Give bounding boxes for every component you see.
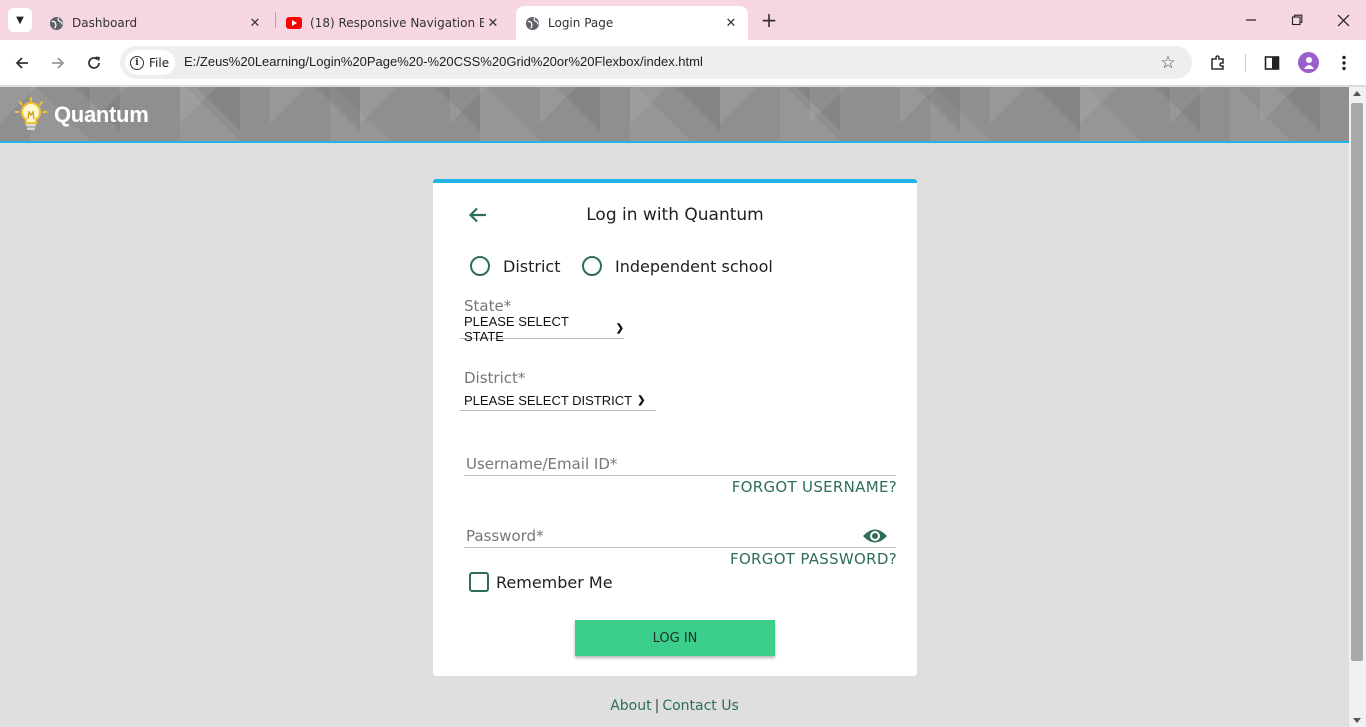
tab-login-page[interactable]: Login Page ✕ bbox=[516, 6, 748, 40]
arrow-right-icon bbox=[52, 57, 65, 69]
tab-youtube[interactable]: (18) Responsive Navigation Bar ✕ bbox=[278, 6, 510, 40]
forward-button[interactable] bbox=[46, 51, 70, 75]
tab-title: Dashboard bbox=[72, 16, 138, 30]
radio-button[interactable] bbox=[470, 256, 490, 276]
about-link[interactable]: About bbox=[610, 698, 651, 714]
district-select[interactable]: PLEASE SELECT DISTRICT ❯ bbox=[460, 391, 656, 411]
close-window-button[interactable] bbox=[1333, 10, 1353, 30]
url-text[interactable]: E:/Zeus%20Learning/Login%20Page%20-%20CS… bbox=[184, 54, 703, 69]
radio-label: Independent school bbox=[615, 256, 773, 276]
browser-tab-bar: ▼ Dashboard ✕ (18) Responsive Navigation… bbox=[0, 0, 1366, 40]
close-icon bbox=[1337, 14, 1349, 26]
toolbar-divider bbox=[1245, 54, 1246, 72]
profile-avatar[interactable] bbox=[1298, 52, 1319, 73]
scroll-up-icon[interactable] bbox=[1353, 91, 1361, 96]
minimize-icon bbox=[1246, 19, 1256, 21]
close-icon[interactable]: ✕ bbox=[246, 14, 264, 32]
tab-divider bbox=[275, 12, 276, 28]
side-panel-button[interactable] bbox=[1261, 52, 1283, 74]
globe-icon bbox=[524, 15, 540, 31]
globe-icon bbox=[48, 15, 64, 31]
footer-separator: | bbox=[654, 698, 660, 714]
login-button[interactable]: LOG IN bbox=[575, 620, 775, 656]
site-logo[interactable]: Quantum bbox=[14, 97, 149, 133]
restore-icon bbox=[1291, 14, 1303, 26]
close-icon[interactable]: ✕ bbox=[484, 14, 502, 32]
extensions-button[interactable] bbox=[1207, 52, 1229, 74]
menu-button[interactable] bbox=[1333, 52, 1355, 74]
site-header: Quantum bbox=[0, 87, 1349, 143]
radio-button[interactable] bbox=[582, 256, 602, 276]
remember-me-label: Remember Me bbox=[496, 573, 613, 592]
page-viewport: Quantum Log in with Quantum District Ind… bbox=[0, 87, 1349, 727]
radio-label: District bbox=[503, 256, 561, 276]
state-select-value: PLEASE SELECT STATE bbox=[464, 313, 569, 344]
card-title: Log in with Quantum bbox=[586, 205, 764, 225]
scrollbar-thumb[interactable] bbox=[1351, 103, 1363, 661]
bookmark-star-icon[interactable]: ☆ bbox=[1158, 53, 1178, 73]
new-tab-button[interactable]: + bbox=[758, 8, 780, 32]
chevron-down-icon: ▼ bbox=[16, 14, 24, 26]
reload-button[interactable] bbox=[82, 51, 106, 75]
radio-independent-school[interactable]: Independent school bbox=[582, 256, 773, 276]
state-select[interactable]: PLEASE SELECT STATE ❯ bbox=[460, 314, 624, 344]
site-info-label: File bbox=[149, 55, 170, 70]
tab-title: Login Page bbox=[548, 16, 614, 30]
back-button[interactable] bbox=[10, 51, 34, 75]
site-info-chip[interactable]: i File bbox=[125, 50, 175, 75]
profile-icon bbox=[1303, 57, 1314, 69]
contact-link[interactable]: Contact Us bbox=[662, 698, 738, 714]
login-card: Log in with Quantum District Independent… bbox=[433, 179, 917, 676]
chevron-down-icon: ❯ bbox=[615, 323, 624, 334]
page-scrollbar[interactable] bbox=[1349, 87, 1366, 727]
close-icon[interactable]: ✕ bbox=[722, 14, 740, 32]
youtube-icon bbox=[286, 15, 302, 31]
remember-me-checkbox[interactable] bbox=[469, 572, 489, 592]
district-select-value: PLEASE SELECT DISTRICT bbox=[464, 393, 633, 408]
tab-dashboard[interactable]: Dashboard ✕ bbox=[40, 6, 272, 40]
chevron-down-icon: ❯ bbox=[637, 395, 646, 406]
info-icon: i bbox=[130, 55, 144, 70]
restore-button[interactable] bbox=[1287, 10, 1307, 30]
browser-toolbar: i File E:/Zeus%20Learning/Login%20Page%2… bbox=[0, 40, 1366, 86]
minimize-button[interactable] bbox=[1241, 10, 1261, 30]
radio-district[interactable]: District bbox=[470, 256, 560, 276]
page-footer: About | Contact Us bbox=[0, 698, 1349, 714]
brand-name: Quantum bbox=[54, 102, 149, 127]
forgot-password-link[interactable]: FORGOT PASSWORD? bbox=[730, 550, 897, 568]
tab-title: (18) Responsive Navigation Bar bbox=[310, 16, 484, 30]
tab-search-button[interactable]: ▼ bbox=[8, 8, 32, 32]
scroll-down-icon[interactable] bbox=[1353, 718, 1361, 723]
reload-icon bbox=[88, 56, 100, 69]
address-bar[interactable]: i File E:/Zeus%20Learning/Login%20Page%2… bbox=[120, 46, 1192, 79]
eye-icon[interactable] bbox=[862, 527, 888, 545]
puzzle-icon bbox=[1211, 55, 1224, 70]
more-vertical-icon bbox=[1342, 55, 1346, 71]
username-input[interactable] bbox=[464, 452, 896, 476]
arrow-left-icon bbox=[15, 57, 28, 69]
side-panel-icon bbox=[1264, 56, 1280, 70]
forgot-username-link[interactable]: FORGOT USERNAME? bbox=[732, 478, 897, 496]
lightbulb-icon bbox=[14, 97, 48, 130]
state-label: State* bbox=[464, 297, 512, 315]
password-input[interactable] bbox=[464, 524, 896, 548]
district-label: District* bbox=[464, 369, 526, 387]
